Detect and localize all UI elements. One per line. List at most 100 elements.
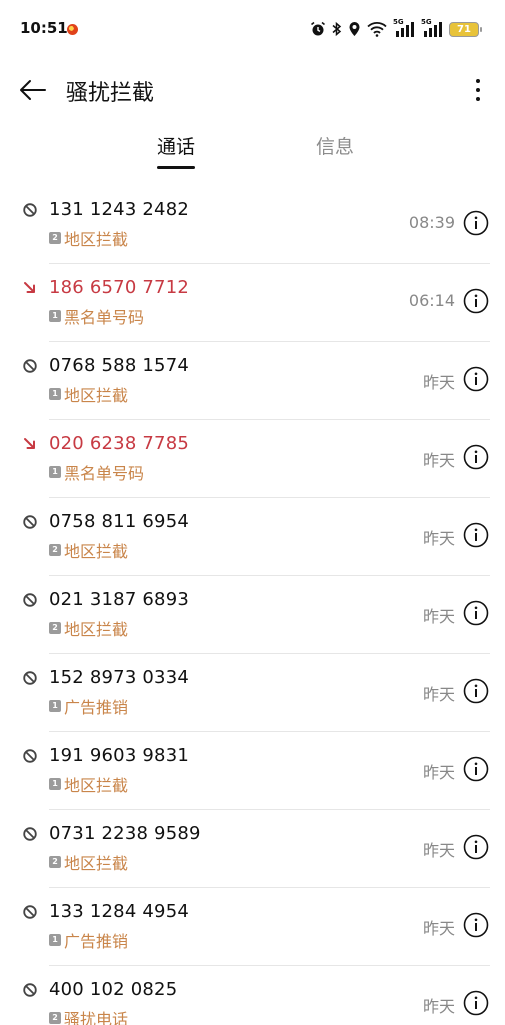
call-info-button[interactable]	[463, 444, 489, 470]
call-info-button[interactable]	[463, 600, 489, 626]
info-icon	[463, 912, 489, 938]
call-list-item[interactable]: 186 6570 7712 1 黑名单号码 06:14	[0, 264, 505, 342]
info-icon	[463, 756, 489, 782]
sim-card-icon: 1	[49, 310, 61, 322]
blocked-call-icon	[22, 670, 38, 686]
block-reason: 2 地区拦截	[49, 538, 128, 562]
call-list-item[interactable]: 0731 2238 9589 2 地区拦截 昨天	[0, 810, 505, 888]
block-reason-label: 地区拦截	[64, 386, 129, 405]
phone-number: 191 9603 9831	[49, 745, 190, 766]
call-list-item[interactable]: 021 3187 6893 2 地区拦截 昨天	[0, 576, 505, 654]
call-info-button[interactable]	[463, 678, 489, 704]
call-time: 昨天	[422, 763, 455, 782]
signal-sim2-icon: 5G	[421, 18, 443, 38]
back-button[interactable]	[14, 72, 52, 108]
call-time: 昨天	[422, 451, 455, 470]
phone-number: 020 6238 7785	[49, 433, 190, 454]
block-reason: 2 地区拦截	[49, 226, 128, 250]
phone-number: 152 8973 0334	[49, 667, 190, 688]
tab-messages[interactable]: 信息	[316, 132, 354, 159]
alarm-icon	[311, 21, 325, 36]
info-icon	[463, 522, 489, 548]
block-reason-label: 广告推销	[64, 698, 129, 717]
sim-card-icon: 1	[49, 778, 61, 790]
more-options-button[interactable]	[463, 72, 493, 108]
blocked-call-list: 131 1243 2482 2 地区拦截 08:39 186 6570 7712…	[0, 186, 505, 1025]
blocked-call-icon	[22, 748, 38, 764]
block-reason-label: 地区拦截	[64, 776, 129, 795]
status-bar: 10:51 5G 5G 71	[0, 0, 505, 58]
blocked-call-icon	[22, 982, 38, 998]
block-reason-label: 地区拦截	[64, 854, 129, 873]
call-info-button[interactable]	[463, 288, 489, 314]
more-vertical-icon	[476, 79, 480, 83]
info-icon	[463, 366, 489, 392]
call-list-item[interactable]: 131 1243 2482 2 地区拦截 08:39	[0, 186, 505, 264]
blocked-call-icon	[22, 826, 38, 842]
phone-number: 0758 811 6954	[49, 511, 190, 532]
info-icon	[463, 600, 489, 626]
sim-card-icon: 2	[49, 856, 61, 868]
call-info-button[interactable]	[463, 756, 489, 782]
call-list-item[interactable]: 0758 811 6954 2 地区拦截 昨天	[0, 498, 505, 576]
block-reason-label: 黑名单号码	[64, 308, 145, 327]
call-time: 昨天	[422, 997, 455, 1016]
call-info-button[interactable]	[463, 522, 489, 548]
call-list-item[interactable]: 133 1284 4954 1 广告推销 昨天	[0, 888, 505, 966]
block-reason-label: 黑名单号码	[64, 464, 145, 483]
call-time: 06:14	[408, 291, 455, 310]
battery-level: 71	[457, 23, 471, 35]
battery-icon: 71	[449, 21, 482, 37]
info-icon	[463, 210, 489, 236]
page-title: 骚扰拦截	[66, 81, 155, 106]
missed-call-icon	[22, 436, 38, 452]
phone-number: 131 1243 2482	[49, 199, 190, 220]
blocked-call-icon	[22, 904, 38, 920]
phone-number: 021 3187 6893	[49, 589, 190, 610]
phone-number: 0768 588 1574	[49, 355, 190, 376]
block-reason-label: 地区拦截	[64, 230, 129, 249]
block-reason: 1 地区拦截	[49, 772, 128, 796]
call-info-button[interactable]	[463, 912, 489, 938]
info-icon	[463, 990, 489, 1016]
call-info-button[interactable]	[463, 834, 489, 860]
tab-calls[interactable]: 通话	[157, 132, 195, 159]
missed-call-icon	[22, 280, 38, 296]
info-icon	[463, 678, 489, 704]
call-list-item[interactable]: 191 9603 9831 1 地区拦截 昨天	[0, 732, 505, 810]
call-list-item[interactable]: 400 102 0825 2 骚扰电话 昨天	[0, 966, 505, 1025]
call-time: 昨天	[422, 607, 455, 626]
sim-card-icon: 1	[49, 388, 61, 400]
signal-sim1-icon: 5G	[393, 18, 415, 38]
call-time: 昨天	[422, 685, 455, 704]
phone-number: 186 6570 7712	[49, 277, 190, 298]
call-time: 昨天	[422, 529, 455, 548]
call-time: 昨天	[422, 919, 455, 938]
block-reason-label: 广告推销	[64, 932, 129, 951]
sim-card-icon: 2	[49, 232, 61, 244]
block-reason: 1 黑名单号码	[49, 304, 144, 328]
call-list-item[interactable]: 152 8973 0334 1 广告推销 昨天	[0, 654, 505, 732]
block-reason-label: 骚扰电话	[64, 1010, 129, 1025]
call-info-button[interactable]	[463, 366, 489, 392]
call-list-item[interactable]: 0768 588 1574 1 地区拦截 昨天	[0, 342, 505, 420]
location-icon	[349, 22, 360, 36]
call-time: 08:39	[408, 213, 455, 232]
call-info-button[interactable]	[463, 210, 489, 236]
block-reason-label: 地区拦截	[64, 542, 129, 561]
tab-bar: 通话 信息	[0, 124, 505, 174]
call-list-item[interactable]: 020 6238 7785 1 黑名单号码 昨天	[0, 420, 505, 498]
phone-number: 400 102 0825	[49, 979, 178, 1000]
block-reason: 1 地区拦截	[49, 382, 128, 406]
block-reason: 2 地区拦截	[49, 616, 128, 640]
blocked-call-icon	[22, 202, 38, 218]
blocked-call-icon	[22, 514, 38, 530]
info-icon	[463, 444, 489, 470]
info-icon	[463, 288, 489, 314]
call-info-button[interactable]	[463, 990, 489, 1016]
block-reason: 1 广告推销	[49, 694, 128, 718]
phone-number: 133 1284 4954	[49, 901, 190, 922]
sim-card-icon: 1	[49, 700, 61, 712]
active-tab-indicator	[157, 166, 195, 169]
arrow-left-icon	[20, 80, 46, 100]
